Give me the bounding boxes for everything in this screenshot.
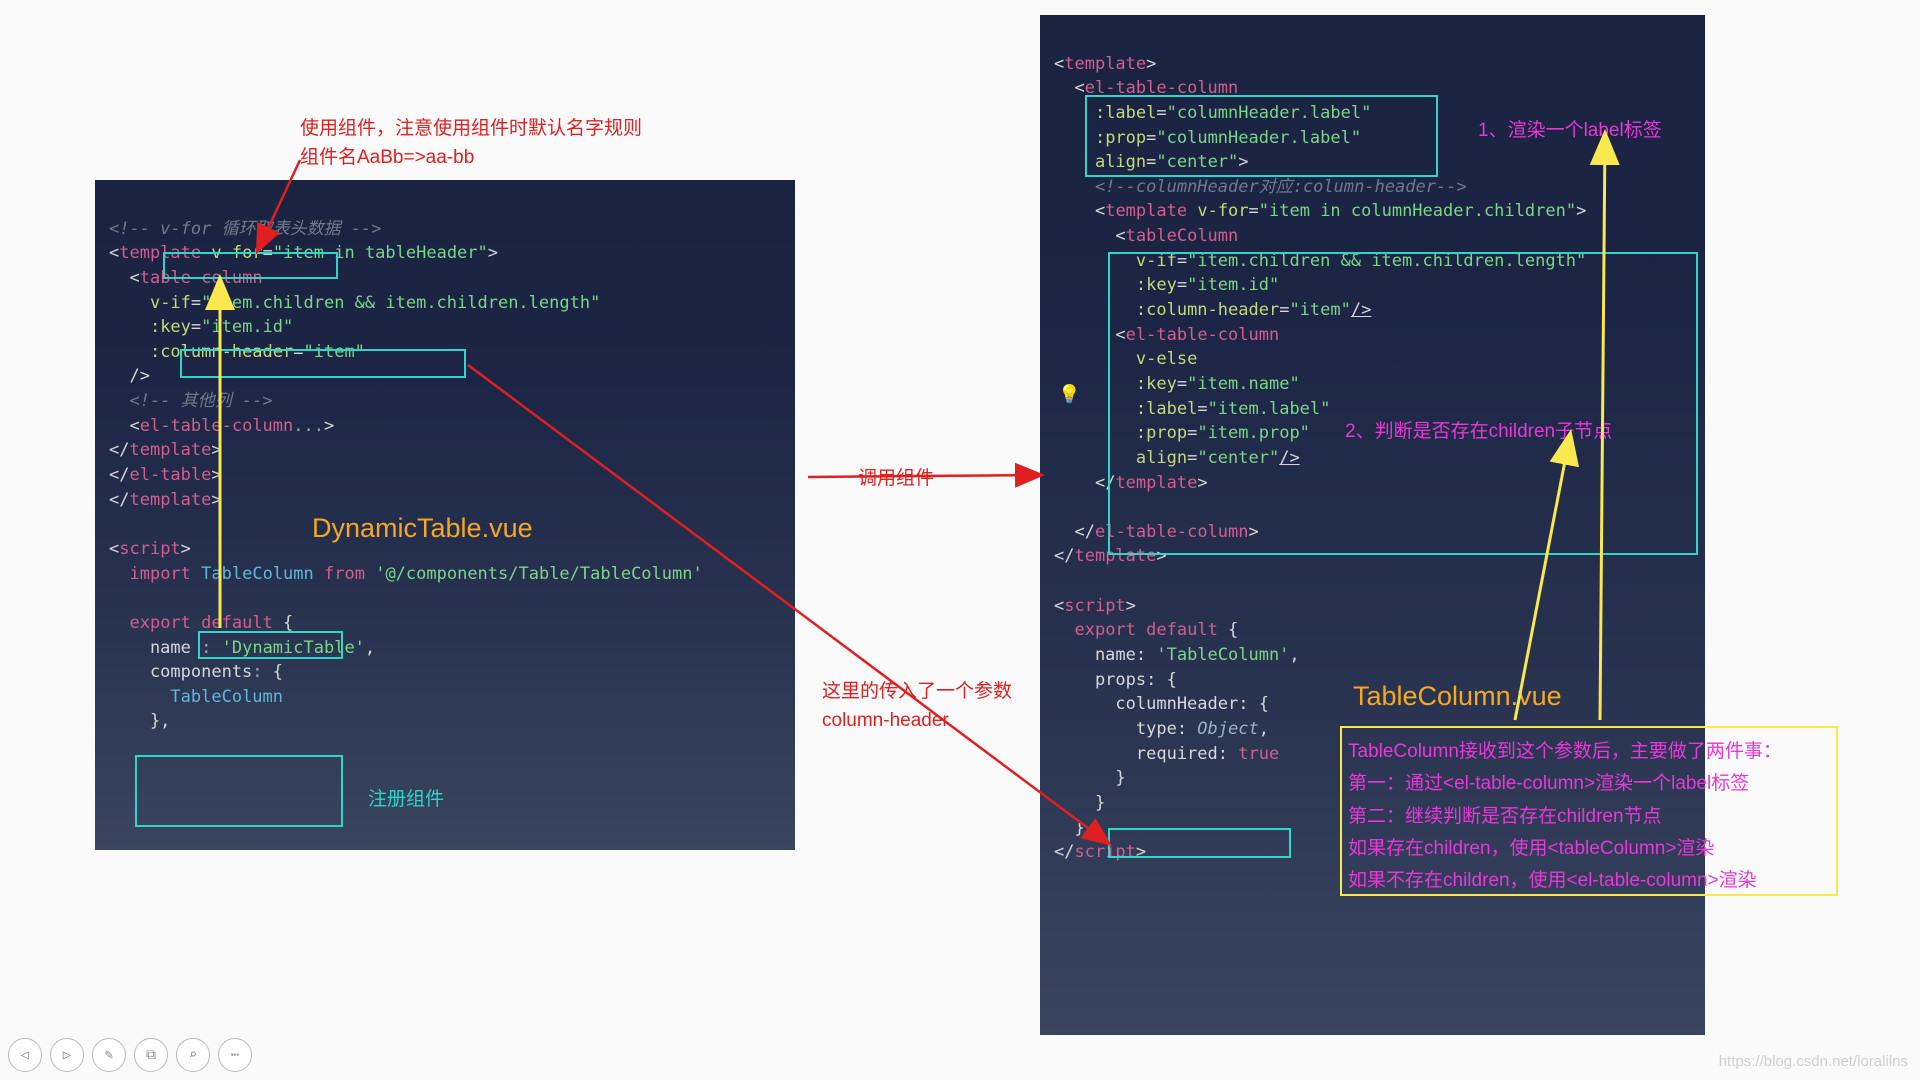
toolbar-more-icon[interactable]: ⋯ [218,1038,252,1072]
annotation-call-component: 调用组件 [858,465,934,494]
label-dynamictable: DynamicTable.vue [312,508,533,549]
toolbar-pen-icon[interactable]: ✎ [92,1038,126,1072]
viewer-toolbar: ◁ ▷ ✎ ⧉ ⌕ ⋯ [8,1038,252,1072]
annotation-step1: 1、渲染一个label标签 [1478,117,1662,146]
annotation-explanation: TableColumn接收到这个参数后，主要做了两件事： 第一：通过<el-ta… [1348,736,1828,897]
toolbar-zoom-icon[interactable]: ⌕ [176,1038,210,1072]
label-tablecolumn: TableColumn.vue [1353,676,1562,717]
watermark: https://blog.csdn.net/loralilns [1719,1053,1908,1070]
toolbar-next-icon[interactable]: ▷ [50,1038,84,1072]
toolbar-copy-icon[interactable]: ⧉ [134,1038,168,1072]
annotation-register: 注册组件 [368,786,444,815]
lightbulb-icon: 💡 [1058,384,1080,405]
annotation-component-rule: 使用组件，注意使用组件时默认名字规则 组件名AaBb=>aa-bb [300,115,642,172]
annotation-param: 这里的传入了一个参数 column-header [822,678,1012,735]
toolbar-prev-icon[interactable]: ◁ [8,1038,42,1072]
annotation-step2: 2、判断是否存在children子节点 [1345,418,1612,447]
